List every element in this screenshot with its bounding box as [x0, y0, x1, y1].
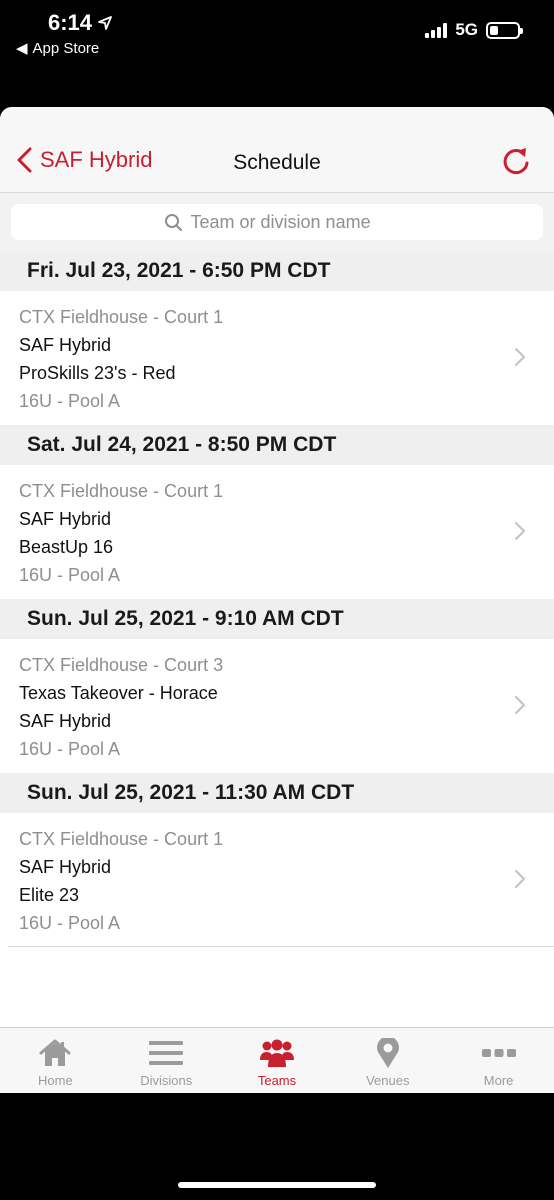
game-venue: CTX Fieldhouse - Court 3 — [19, 655, 224, 675]
section-header-date: Sun. Jul 25, 2021 - 9:10 AM CDT — [0, 599, 554, 639]
signal-icon — [425, 22, 448, 38]
network-type: 5G — [455, 20, 478, 39]
game-team-1: SAF Hybrid — [19, 335, 112, 355]
game-venue: CTX Fieldhouse - Court 1 — [19, 829, 224, 849]
game-team-1: SAF Hybrid — [19, 509, 112, 529]
tab-more[interactable]: More — [443, 1028, 554, 1093]
status-indicators: 5G — [425, 20, 523, 40]
list-icon — [149, 1041, 184, 1065]
chevron-right-icon — [514, 521, 526, 541]
section-header-date: Sun. Jul 25, 2021 - 11:30 AM CDT — [0, 773, 554, 813]
game-row[interactable]: CTX Fieldhouse - Court 1 SAF Hybrid Elit… — [8, 813, 554, 947]
tab-divisions[interactable]: Divisions — [111, 1028, 222, 1093]
section-header-date: Sat. Jul 24, 2021 - 8:50 PM CDT — [0, 425, 554, 465]
navigation-bar: SAF Hybrid Schedule — [0, 107, 554, 193]
game-team-1: Texas Takeover - Horace — [19, 683, 218, 703]
schedule-list: Fri. Jul 23, 2021 - 6:50 PM CDT CTX Fiel… — [0, 251, 554, 947]
tab-more-label: More — [483, 1073, 514, 1088]
game-team-1: SAF Hybrid — [19, 857, 112, 877]
tab-home[interactable]: Home — [0, 1028, 111, 1093]
status-time: 6:14 — [48, 10, 112, 36]
chevron-right-icon — [514, 347, 526, 367]
back-button[interactable]: SAF Hybrid — [16, 147, 152, 173]
game-pool: 16U - Pool A — [19, 739, 121, 759]
tab-divisions-label: Divisions — [140, 1073, 193, 1088]
status-time-text: 6:14 — [48, 10, 93, 35]
people-icon — [259, 1039, 294, 1067]
game-row[interactable]: CTX Fieldhouse - Court 1 SAF Hybrid Beas… — [0, 465, 554, 599]
game-row[interactable]: CTX Fieldhouse - Court 1 SAF Hybrid ProS… — [0, 291, 554, 425]
game-pool: 16U - Pool A — [19, 913, 121, 933]
game-team-2: ProSkills 23's - Red — [19, 363, 176, 383]
game-pool: 16U - Pool A — [19, 565, 121, 585]
back-triangle-icon: ◀ — [16, 40, 28, 57]
more-dots-icon — [481, 1049, 516, 1057]
search-bar — [0, 193, 554, 251]
home-icon — [39, 1039, 71, 1066]
location-arrow-icon — [98, 16, 112, 30]
back-app-label: App Store — [32, 39, 100, 57]
chevron-right-icon — [514, 695, 526, 715]
map-pin-icon — [376, 1038, 399, 1068]
app-window: SAF Hybrid Schedule Fri. Jul 23, 2021 - … — [0, 107, 554, 1093]
tab-venues-label: Venues — [366, 1073, 410, 1088]
search-input[interactable] — [190, 211, 391, 233]
search-field[interactable] — [11, 204, 543, 240]
game-venue: CTX Fieldhouse - Court 1 — [19, 481, 224, 501]
game-venue: CTX Fieldhouse - Court 1 — [19, 307, 224, 327]
battery-icon — [486, 21, 523, 39]
chevron-left-icon — [17, 147, 32, 173]
tab-teams-label: Teams — [257, 1073, 297, 1088]
section-header-date: Fri. Jul 23, 2021 - 6:50 PM CDT — [0, 251, 554, 291]
back-to-app-store[interactable]: ◀ App Store — [16, 39, 100, 58]
refresh-icon[interactable] — [500, 145, 532, 177]
game-team-2: Elite 23 — [19, 885, 80, 905]
game-row[interactable]: CTX Fieldhouse - Court 3 Texas Takeover … — [0, 639, 554, 773]
tab-bar: Home Divisions Teams Venues More — [0, 1027, 554, 1093]
tab-home-label: Home — [38, 1073, 73, 1088]
tab-venues[interactable]: Venues — [332, 1028, 443, 1093]
home-indicator[interactable] — [178, 1182, 376, 1188]
tab-teams[interactable]: Teams — [222, 1028, 333, 1093]
game-pool: 16U - Pool A — [19, 391, 121, 411]
search-icon — [164, 213, 182, 231]
status-bar: 6:14 ◀ App Store 5G — [0, 0, 554, 70]
game-team-2: BeastUp 16 — [19, 537, 114, 557]
game-team-2: SAF Hybrid — [19, 711, 112, 731]
back-button-label: SAF Hybrid — [40, 147, 153, 172]
chevron-right-icon — [514, 869, 526, 889]
